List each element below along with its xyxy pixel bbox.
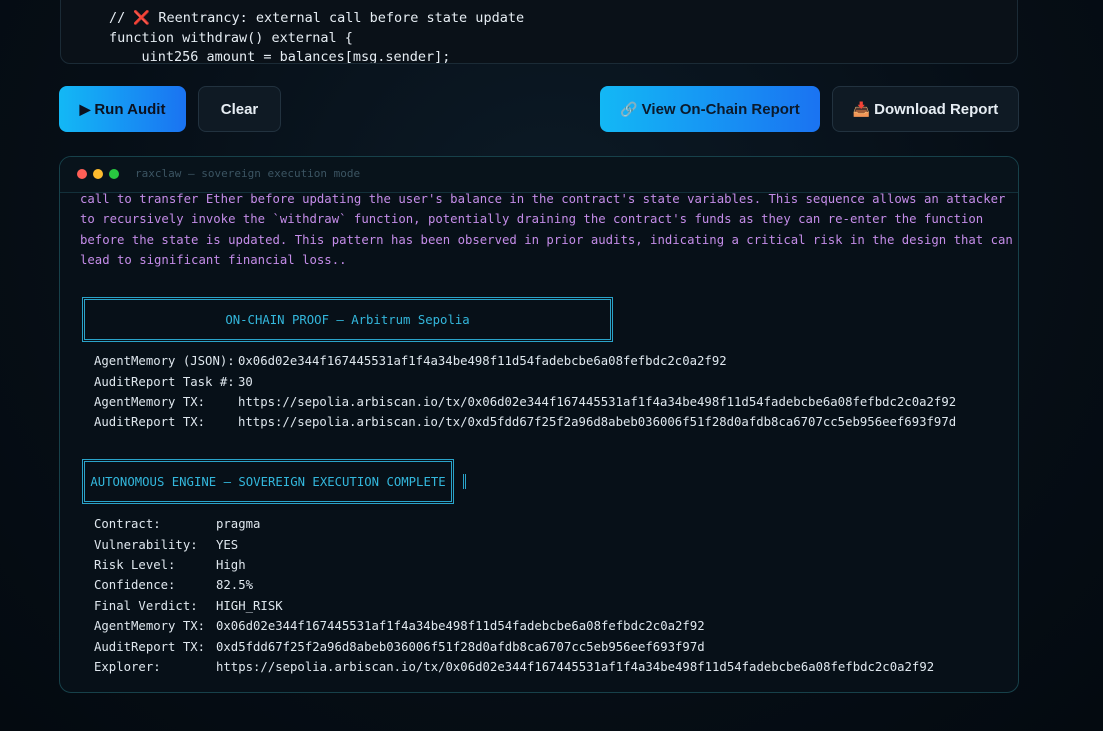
terminal-title: raxclaw — sovereign execution mode: [135, 167, 361, 180]
download-report-label: Download Report: [874, 100, 999, 118]
code-line: uint256 amount = balances[msg.sender];: [109, 49, 451, 64]
clear-label: Clear: [220, 100, 259, 118]
terminal-output-panel[interactable]: raxclaw — sovereign execution mode call …: [59, 156, 1019, 693]
clear-button[interactable]: Clear: [198, 86, 281, 132]
box-border-fragment: [463, 474, 466, 489]
engine-complete-title: AUTONOMOUS ENGINE — SOVEREIGN EXECUTION …: [90, 474, 446, 489]
cross-icon: ❌: [133, 10, 151, 26]
result-row: Final Verdict: HIGH_RISK: [94, 599, 283, 613]
engine-complete-box: AUTONOMOUS ENGINE — SOVEREIGN EXECUTION …: [82, 459, 454, 504]
maximize-dot-icon: [109, 169, 119, 179]
code-line: function withdraw() external {: [109, 30, 353, 46]
code-line: // ❌ Reentrancy: external call before st…: [109, 10, 525, 26]
play-icon: ▶: [79, 100, 91, 117]
result-row: AuditReport TX: 0xd5fdd67f25f2a96d8abeb03…: [94, 640, 705, 654]
code-editor[interactable]: // ❌ Reentrancy: external call before st…: [60, 0, 1018, 64]
analysis-line: to recursively invoke the `withdraw` fun…: [80, 212, 984, 226]
proof-row: AgentMemory (JSON): 0x06d02e344f167445531…: [94, 354, 727, 368]
explorer-link[interactable]: https://sepolia.arbiscan.io/tx/0x06d02e3…: [216, 660, 934, 674]
view-on-chain-report-button[interactable]: 🔗 View On-Chain Report: [600, 86, 820, 132]
run-audit-button[interactable]: ▶ Run Audit: [59, 86, 186, 132]
proof-row: AuditReport TX: https://sepolia.arbiscan.…: [94, 415, 957, 429]
run-audit-label: Run Audit: [94, 100, 166, 118]
result-row: Risk Level: High: [94, 558, 246, 572]
analysis-line: call to transfer Ether before updating t…: [80, 192, 1006, 206]
proof-row: AgentMemory TX: https://sepolia.arbiscan.…: [94, 395, 957, 409]
proof-row: AuditReport Task #: 30: [94, 375, 253, 389]
on-chain-proof-box: ON-CHAIN PROOF — Arbitrum Sepolia: [82, 297, 613, 342]
result-row: Vulnerability: YES: [94, 538, 239, 552]
result-row: Confidence: 82.5%: [94, 578, 254, 592]
terminal-header: raxclaw — sovereign execution mode: [60, 157, 1018, 193]
inbox-tray-icon: 📥: [852, 100, 871, 117]
result-row: Contract: pragma: [94, 517, 261, 531]
result-row: Explorer: https://sepolia.arbiscan.io/tx/…: [94, 660, 935, 674]
result-row: AgentMemory TX: 0x06d02e344f167445531af1f…: [94, 619, 705, 633]
link-icon: 🔗: [620, 100, 638, 117]
close-dot-icon: [77, 169, 87, 179]
auditreport-tx-link[interactable]: https://sepolia.arbiscan.io/tx/0xd5fdd67…: [238, 415, 956, 429]
on-chain-proof-title: ON-CHAIN PROOF — Arbitrum Sepolia: [225, 312, 470, 327]
minimize-dot-icon: [93, 169, 103, 179]
analysis-line: lead to significant financial loss..: [80, 253, 347, 267]
agentmemory-tx-link[interactable]: https://sepolia.arbiscan.io/tx/0x06d02e3…: [238, 395, 956, 409]
analysis-line: before the state is updated. This patter…: [80, 233, 1013, 247]
download-report-button[interactable]: 📥 Download Report: [832, 86, 1019, 132]
view-report-label: View On-Chain Report: [641, 100, 800, 118]
